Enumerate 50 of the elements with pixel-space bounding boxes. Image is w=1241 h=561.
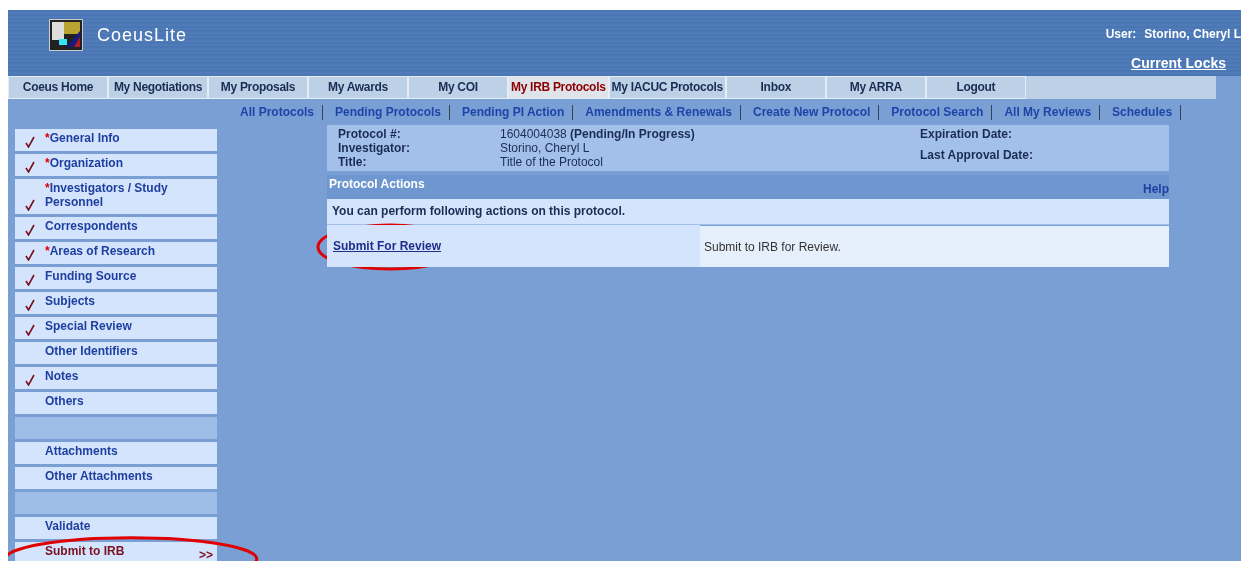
nav-tab[interactable]: Logout: [925, 76, 1026, 99]
sidebar-item[interactable]: Notes: [15, 367, 217, 389]
checkmark-icon: [25, 224, 35, 236]
field-label: Expiration Date:: [920, 127, 1013, 143]
sidebar-item[interactable]: Others: [15, 392, 217, 414]
sidebar-item[interactable]: Submit to IRB >>: [15, 542, 217, 561]
intro-text: You can perform following actions on this protocol.: [327, 199, 1169, 225]
nav-tab[interactable]: My Proposals: [208, 76, 308, 99]
field-label: Investigator:: [338, 141, 411, 155]
checkmark-icon: [25, 136, 35, 148]
nav-tab[interactable]: My IACUC Protocols: [608, 76, 726, 99]
field-label: Last Approval Date:: [920, 148, 1033, 164]
sidebar-item[interactable]: *General Info: [15, 129, 217, 151]
sidebar-item[interactable]: Attachments: [15, 442, 217, 464]
nav-tab[interactable]: My COI: [408, 76, 508, 99]
user-label: User:: [1105, 27, 1137, 41]
nav-tab[interactable]: Inbox: [725, 76, 826, 99]
nav-tab[interactable]: My IRB Protocols: [508, 76, 609, 99]
sidebar-item[interactable]: Subjects: [15, 292, 217, 314]
field-value: Title of the Protocol: [500, 155, 604, 169]
panel-title: Protocol Actions: [329, 176, 425, 191]
current-locks-link[interactable]: Current Locks: [1131, 55, 1226, 71]
checkmark-icon: [25, 299, 35, 311]
logo-icon: [49, 19, 83, 51]
field-value: 1604004038 (Pending/In Progress): [500, 127, 696, 141]
sidebar-item[interactable]: *Investigators / Study Personnel: [15, 179, 217, 214]
field-value: Storino, Cheryl L: [500, 141, 591, 155]
checkmark-icon: [25, 249, 35, 261]
nav-tab[interactable]: Coeus Home: [8, 76, 108, 99]
sidebar-item[interactable]: Funding Source: [15, 267, 217, 289]
field-label: Protocol #:: [338, 127, 402, 141]
nav-tab[interactable]: My Negotiations: [108, 76, 208, 99]
action-description: Submit to IRB for Review.: [700, 226, 1169, 267]
sidebar-item[interactable]: Other Attachments: [15, 467, 217, 489]
checkmark-icon: [25, 199, 35, 211]
nav-tab[interactable]: My Awards: [308, 76, 408, 99]
checkmark-icon: [25, 161, 35, 173]
field-label: Title:: [338, 155, 368, 169]
sidebar-item[interactable]: Validate: [15, 517, 217, 539]
sidebar-item[interactable]: *Organization: [15, 154, 217, 176]
checkmark-icon: [25, 274, 35, 286]
checkmark-icon: [25, 374, 35, 386]
nav-tab[interactable]: My ARRA: [825, 76, 926, 99]
sidebar-item[interactable]: Other Identifiers: [15, 342, 217, 364]
checkmark-icon: [25, 324, 35, 336]
user-name: Storino, Cheryl L: [1144, 27, 1241, 41]
sidebar-item[interactable]: Correspondents: [15, 217, 217, 239]
sidebar-item[interactable]: Special Review: [15, 317, 217, 339]
app-name: CoeusLite: [97, 24, 188, 46]
sidebar-item[interactable]: *Areas of Research: [15, 242, 217, 264]
